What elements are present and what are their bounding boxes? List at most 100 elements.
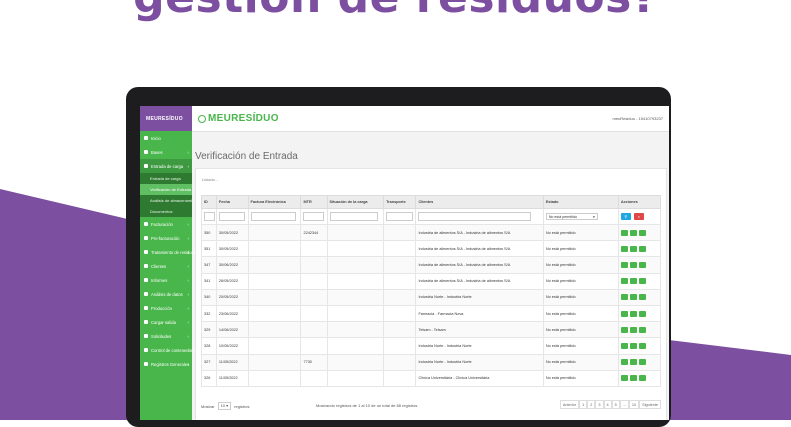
view-icon[interactable] (620, 261, 628, 268)
pager-item[interactable]: 10 (628, 400, 640, 409)
app-logo[interactable]: MEURESÍDUO (198, 113, 279, 124)
check-icon[interactable] (638, 326, 646, 333)
sidebar-item[interactable]: Análisis de datos ‹ (140, 287, 192, 301)
filter-transporte[interactable] (383, 208, 417, 225)
page-size-control: Mostrar 10 ▾ registros (201, 402, 250, 410)
column-header[interactable]: Transporte (383, 195, 417, 209)
column-header[interactable]: Estado (542, 195, 619, 209)
view-icon[interactable] (620, 310, 628, 317)
edit-icon[interactable] (629, 278, 637, 285)
sidebar-item[interactable]: Facturación ‹ (140, 217, 192, 231)
pager-item[interactable]: 3 (595, 400, 604, 409)
sidebar-item[interactable]: Cargar salida ‹ (140, 315, 192, 329)
edit-icon[interactable] (629, 342, 637, 349)
sidebar-item[interactable]: Clientes ‹ (140, 259, 192, 273)
sidebar-item[interactable]: Bases ‹ (140, 145, 192, 159)
filter-mtr[interactable] (300, 208, 328, 225)
filter-situacion[interactable] (326, 208, 385, 225)
sidebar-subitem[interactable]: Verificación de Entrada (140, 184, 192, 195)
cell-actions (617, 272, 662, 290)
pager-item[interactable]: 5 (611, 400, 620, 409)
sidebar-subitem[interactable]: Entrada de carga (140, 173, 192, 184)
estado-select[interactable]: No está permitido ▾ (545, 213, 598, 220)
user-menu[interactable]: meuResiduo - 15410793237 (613, 116, 663, 121)
edit-icon[interactable] (629, 294, 637, 301)
cell-fecha: 14/06/2022 (215, 321, 249, 339)
search-button[interactable]: ⚲ (620, 213, 631, 220)
sidebar: MEURESÍDUO Inicio Bases ‹ Entrada de carga ‹… (140, 106, 200, 420)
view-icon[interactable] (620, 359, 628, 366)
filter-actions: ⚲ × (617, 208, 662, 225)
cell-actions (617, 240, 662, 258)
cell-situacion (326, 369, 385, 387)
view-icon[interactable] (620, 342, 628, 349)
sidebar-item[interactable]: Control de contenedores ‹ (140, 343, 197, 357)
check-icon[interactable] (638, 229, 646, 236)
filter-clientes[interactable] (415, 208, 544, 225)
check-icon[interactable] (638, 294, 646, 301)
view-icon[interactable] (620, 245, 628, 252)
cell-transporte (383, 272, 417, 290)
column-header[interactable]: MTR (300, 195, 328, 209)
sidebar-item-label: Registros Generales (151, 361, 190, 367)
cell-mtr (300, 337, 328, 355)
sidebar-item[interactable]: Inicio (140, 131, 192, 145)
cell-situacion (326, 288, 385, 306)
edit-icon[interactable] (629, 359, 637, 366)
check-icon[interactable] (638, 375, 646, 382)
sidebar-item[interactable]: Producción ‹ (140, 301, 192, 315)
pager-item[interactable]: ... (619, 400, 629, 409)
view-icon[interactable] (620, 326, 628, 333)
pager-item[interactable]: 2 (587, 400, 596, 409)
filter-fecha[interactable] (215, 208, 249, 225)
column-header[interactable]: Situación de la carga (326, 195, 385, 209)
filter-factura[interactable] (247, 208, 302, 225)
check-icon[interactable] (638, 245, 646, 252)
column-header[interactable]: Fecha (215, 195, 249, 209)
sidebar-item[interactable]: Entrada de carga ‹ (140, 159, 192, 173)
filter-id[interactable] (201, 208, 217, 225)
edit-icon[interactable] (629, 261, 637, 268)
edit-icon[interactable] (629, 310, 637, 317)
edit-icon[interactable] (629, 326, 637, 333)
pager-item[interactable]: 4 (603, 400, 612, 409)
cell-estado: No está permitido (542, 223, 619, 242)
cell-situacion (326, 223, 385, 242)
cell-factura (247, 321, 302, 339)
view-icon[interactable] (620, 375, 628, 382)
sidebar-item-label: Pre-facturación (151, 235, 180, 241)
chevron-icon: ‹ (187, 347, 190, 353)
clear-button[interactable]: × (633, 213, 644, 220)
cell-factura (247, 369, 302, 387)
view-icon[interactable] (620, 294, 628, 301)
column-header[interactable]: ID (201, 195, 217, 209)
pager-item[interactable]: Anterior (559, 400, 580, 409)
column-header[interactable]: Factura Electrónica (247, 195, 302, 209)
sidebar-item[interactable]: Informes ‹ (140, 273, 192, 287)
check-icon[interactable] (638, 342, 646, 349)
sidebar-item[interactable]: Tratamiento de residuos ‹ (140, 245, 196, 259)
view-icon[interactable] (620, 278, 628, 285)
cell-transporte (383, 337, 417, 355)
pager-item[interactable]: Siguiente (639, 400, 661, 409)
sidebar-item[interactable]: Solicitudes ‹ (140, 329, 192, 343)
sidebar-item[interactable]: Registros Generales ‹ (140, 357, 192, 371)
edit-icon[interactable] (629, 245, 637, 252)
sidebar-subitem[interactable]: Documentos (140, 206, 192, 217)
check-icon[interactable] (638, 278, 646, 285)
sidebar-subitem[interactable]: Análisis de almacenamiento (140, 195, 200, 206)
column-header[interactable]: Acciones (617, 195, 662, 209)
edit-icon[interactable] (629, 229, 637, 236)
check-icon[interactable] (638, 261, 646, 268)
sidebar-item[interactable]: Pre-facturación ‹ (140, 231, 192, 245)
check-icon[interactable] (638, 359, 646, 366)
view-icon[interactable] (620, 229, 628, 236)
column-header[interactable]: Clientes (415, 195, 544, 209)
chart-icon (144, 292, 148, 296)
page-size-select[interactable]: 10 ▾ (217, 402, 232, 410)
check-icon[interactable] (638, 310, 646, 317)
close-icon: × (637, 214, 640, 219)
edit-icon[interactable] (629, 375, 637, 382)
pager-item[interactable]: 1 (579, 400, 588, 409)
cell-fecha: 23/06/2022 (215, 304, 249, 323)
